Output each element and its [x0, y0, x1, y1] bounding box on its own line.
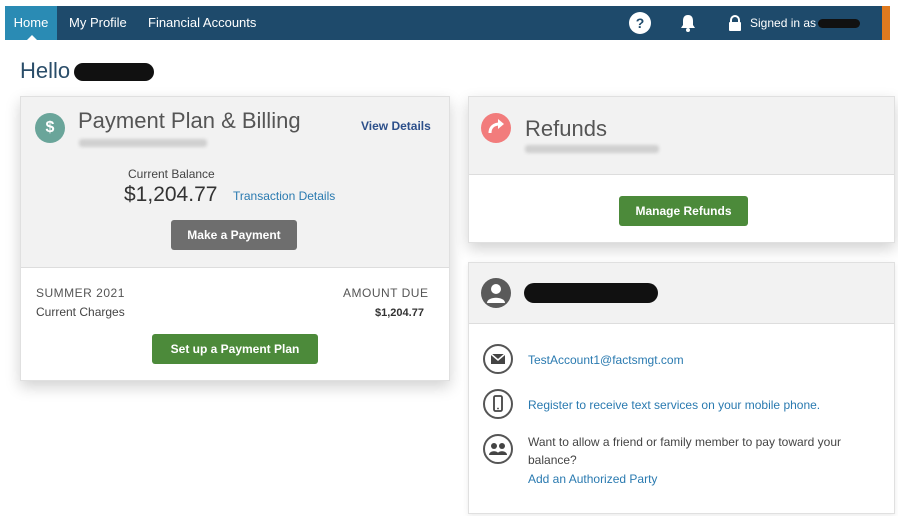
amount-due-value: $1,204.77 [375, 307, 424, 319]
current-balance-value: $1,204.77 [124, 183, 218, 206]
refund-arrow-icon [481, 113, 511, 143]
redacted-name [74, 63, 155, 82]
bell-icon[interactable] [677, 12, 699, 34]
current-charges-label: Current Charges [36, 305, 125, 319]
redacted-username [818, 19, 861, 29]
people-icon [483, 434, 513, 464]
dollar-icon: $ [35, 113, 65, 143]
mobile-phone-icon [483, 389, 513, 419]
amount-due-label: AMOUNT DUE [343, 286, 429, 300]
greeting-text: Hello [20, 58, 71, 83]
payment-card-title: Payment Plan & Billing [78, 108, 301, 133]
signed-in-label: Signed in as [750, 16, 817, 30]
greeting: Hello [20, 58, 155, 84]
payment-billing-card: $ Payment Plan & Billing View Details Cu… [20, 96, 450, 381]
register-text-services-link[interactable]: Register to receive text services on you… [528, 396, 820, 414]
setup-payment-plan-button[interactable]: Set up a Payment Plan [152, 334, 318, 364]
user-icon [481, 278, 511, 308]
blurred-account-number [79, 139, 207, 147]
term-label: SUMMER 2021 [36, 286, 125, 300]
refunds-card-title: Refunds [525, 116, 607, 141]
lock-icon [729, 15, 741, 31]
accent-strip [882, 6, 890, 40]
signed-in-status[interactable]: Signed in as [750, 6, 861, 40]
redacted-account-name [524, 283, 658, 303]
account-card-header [469, 263, 894, 324]
refunds-card-header: Refunds [469, 97, 894, 175]
make-payment-button[interactable]: Make a Payment [171, 220, 297, 250]
blurred-account-number [525, 145, 659, 153]
nav-my-profile[interactable]: My Profile [69, 6, 127, 40]
nav-home[interactable]: Home [5, 6, 57, 41]
email-link[interactable]: TestAccount1@factsmgt.com [528, 351, 684, 369]
transaction-details-link[interactable]: Transaction Details [233, 189, 335, 203]
current-balance-label: Current Balance [128, 167, 215, 181]
envelope-icon [483, 344, 513, 374]
view-details-link[interactable]: View Details [361, 119, 431, 133]
payment-card-header: $ Payment Plan & Billing View Details Cu… [21, 97, 449, 268]
account-contact-card: TestAccount1@factsmgt.com Register to re… [468, 262, 895, 514]
authorize-question: Want to allow a friend or family member … [528, 435, 842, 467]
add-authorized-party-link[interactable]: Add an Authorized Party [528, 470, 657, 488]
help-icon[interactable]: ? [629, 12, 651, 34]
refunds-card: Refunds Manage Refunds [468, 96, 895, 243]
top-nav: Home My Profile Financial Accounts ? Sig… [5, 6, 890, 41]
manage-refunds-button[interactable]: Manage Refunds [619, 196, 748, 226]
nav-financial-accounts[interactable]: Financial Accounts [148, 6, 256, 40]
